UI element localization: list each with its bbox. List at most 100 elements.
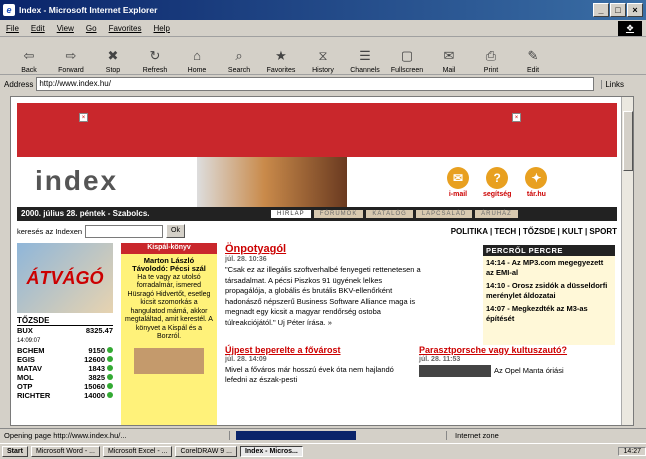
imail-link[interactable]: ✉ i-mail <box>447 167 469 198</box>
forward-arrow-icon: ⇨ <box>65 48 77 63</box>
search-input[interactable] <box>85 224 164 238</box>
search-ok-button[interactable]: Ok <box>166 224 185 238</box>
tab-hirlap[interactable]: HÍRLAP <box>271 210 311 218</box>
bux-row: BUX 14:09:07 8325.47 <box>17 326 113 344</box>
mail-icon: ✉ <box>447 167 469 189</box>
percrol-item[interactable]: 14:14 - Az MP3.com megegyezett az EMI-al <box>483 256 615 279</box>
percrol-item[interactable]: 14:10 - Orosz zsidók a düsseldorfi merén… <box>483 279 615 302</box>
stock-row[interactable]: MATAV 1843 <box>17 364 113 373</box>
section-nav[interactable]: POLITIKA | TECH | TŐZSDE | KULT | SPORT <box>451 227 617 236</box>
stock-row[interactable]: RICHTER 14000 <box>17 391 113 400</box>
broken-image-icon: × <box>79 113 88 122</box>
menu-file[interactable]: File <box>6 24 19 33</box>
toolbar-fullscreen-button[interactable]: ▢ Fullscreen <box>386 38 428 74</box>
sub2-headline[interactable]: Paraszt­porsche vagy kultuszautó? <box>419 345 615 355</box>
kispal-title: Kispál-könyv <box>121 243 217 254</box>
tab-katalog[interactable]: KATALÓG <box>366 210 413 218</box>
toolbar-forward-button[interactable]: ⇨ Forward <box>50 38 92 74</box>
edit-icon: ✎ <box>527 48 539 63</box>
toolbar-history-button[interactable]: ⧖ History <box>302 38 344 74</box>
sub-article-1: Újpest beperelte a fővárost júl. 28. 14:… <box>225 345 413 385</box>
main-article: Önpotyagól júl. 28. 10:36 "Csak ez az il… <box>225 243 421 328</box>
menu-help[interactable]: Help <box>153 24 169 33</box>
toolbar-favorites-button[interactable]: ★ Favorites <box>260 38 302 74</box>
task-ie[interactable]: Index - Micros... <box>239 446 303 457</box>
title-bar: e Index - Microsoft Internet Explorer _ … <box>0 0 646 20</box>
sub1-text: Mivel a főváros már hosszú évek óta nem … <box>225 365 394 384</box>
toolbar-mail-button[interactable]: ✉ Mail <box>428 38 470 74</box>
percrol-item[interactable]: 14:07 - Megkezdték az M3-as építését <box>483 302 615 325</box>
menu-go[interactable]: Go <box>86 24 97 33</box>
ie-logo-icon: e <box>3 4 15 16</box>
address-bar: Address http://www.index.hu/ Links <box>0 75 646 93</box>
task-word[interactable]: Microsoft Word - ... <box>30 446 100 457</box>
trend-icon <box>107 383 113 389</box>
address-input[interactable]: http://www.index.hu/ <box>36 77 595 91</box>
task-corel[interactable]: CorelDRAW 9 ... <box>175 446 237 457</box>
site-header: index ✉ i-mail ? segítség ✦ tár.hu <box>17 157 617 207</box>
toolbar-print-button[interactable]: ⎙ Print <box>470 38 512 74</box>
kispal-headline[interactable]: Marton László Távolodó: Pécsi szál <box>125 256 213 274</box>
close-button[interactable]: × <box>627 3 643 17</box>
history-icon: ⧖ <box>318 48 328 63</box>
toolbar-stop-button[interactable]: ✖ Stop <box>92 38 134 74</box>
menu-edit[interactable]: Edit <box>31 24 45 33</box>
sub2-text: Az Opel Manta óriási <box>494 365 564 375</box>
links-button[interactable]: Links <box>601 79 624 89</box>
ad-banner[interactable]: × × <box>17 103 617 157</box>
toolbar-home-button[interactable]: ⌂ Home <box>176 38 218 74</box>
avago-promo[interactable]: ÁTVÁGÓ <box>17 243 113 313</box>
progress-bar <box>236 431 356 440</box>
status-message: Opening page http://www.index.hu/... <box>0 431 230 440</box>
gift-icon: ✦ <box>525 167 548 189</box>
percrol-title: PERCRŐL PERCRE <box>483 245 615 256</box>
tozsde-title[interactable]: TŐZSDE <box>17 316 113 326</box>
menu-favorites[interactable]: Favorites <box>109 24 142 33</box>
broken-image-icon: × <box>512 113 521 122</box>
site-tabs: HÍRLAP FÓRUMOK KATALÓG LAPCSALÁD ÁRUHÁZ <box>271 210 518 218</box>
left-column: ÁTVÁGÓ TŐZSDE BUX 14:09:07 8325.47 BCHEM 9… <box>17 243 113 425</box>
tab-aruhaz[interactable]: ÁRUHÁZ <box>475 210 518 218</box>
help-link[interactable]: ? segítség <box>483 167 511 198</box>
tarhu-link[interactable]: ✦ tár.hu <box>525 167 548 198</box>
trend-icon <box>107 374 113 380</box>
toolbar-search-button[interactable]: ⌕ Search <box>218 38 260 74</box>
sub1-headline[interactable]: Újpest beperelte a fővárost <box>225 345 413 355</box>
back-arrow-icon: ⇦ <box>23 48 35 63</box>
trend-icon <box>107 392 113 398</box>
start-button[interactable]: Start <box>2 446 28 457</box>
toolbar-back-button[interactable]: ⇦ Back <box>8 38 50 74</box>
refresh-icon: ↻ <box>149 48 161 63</box>
browser-viewport: × × index ✉ i-mail ? segítség ✦ tár.hu 2000… <box>10 96 634 426</box>
stop-icon: ✖ <box>107 48 119 63</box>
sub-article-2: Paraszt­porsche vagy kultuszautó? júl. 2… <box>419 345 615 377</box>
main-headline[interactable]: Önpotyagól <box>225 243 421 255</box>
vertical-scrollbar[interactable] <box>621 97 633 425</box>
main-text: "Csak ez az illegális szoftverhalbé feny… <box>225 265 421 327</box>
site-logo[interactable]: index <box>35 165 118 197</box>
toolbar-edit-button[interactable]: ✎ Edit <box>512 38 554 74</box>
tab-lapcsalad[interactable]: LAPCSALÁD <box>415 210 473 218</box>
minimize-button[interactable]: _ <box>593 3 609 17</box>
toolbar-refresh-button[interactable]: ↻ Refresh <box>134 38 176 74</box>
opel-photo <box>419 365 491 377</box>
menu-view[interactable]: View <box>57 24 74 33</box>
task-excel[interactable]: Microsoft Excel - ... <box>102 446 173 457</box>
stock-row[interactable]: BCHEM 9150 <box>17 346 113 355</box>
tab-forumok[interactable]: FÓRUMOK <box>313 210 364 218</box>
search-icon: ⌕ <box>235 48 243 63</box>
toolbar: ⇦ Back ⇨ Forward ✖ Stop ↻ Refresh ⌂ Home ⌕ Search ★ F… <box>0 37 646 75</box>
print-icon: ⎙ <box>485 48 497 63</box>
kispal-body: Ha te vagy az utolsó forradalmár, ismere… <box>125 273 213 341</box>
scroll-thumb[interactable] <box>623 111 633 171</box>
stock-row[interactable]: OTP 15060 <box>17 382 113 391</box>
maximize-button[interactable]: □ <box>610 3 626 17</box>
stock-row[interactable]: EGIS 12600 <box>17 355 113 364</box>
toolbar-channels-button[interactable]: ☰ Channels <box>344 38 386 74</box>
fullscreen-icon: ▢ <box>400 48 414 63</box>
kispal-box[interactable]: Kispál-könyv Marton László Távolodó: Péc… <box>121 243 217 425</box>
mail-icon: ✉ <box>443 48 455 63</box>
stock-row[interactable]: MOL 3825 <box>17 373 113 382</box>
percrol-box: PERCRŐL PERCRE 14:14 - Az MP3.com megegy… <box>483 245 615 345</box>
window-title: Index - Microsoft Internet Explorer <box>19 5 158 15</box>
